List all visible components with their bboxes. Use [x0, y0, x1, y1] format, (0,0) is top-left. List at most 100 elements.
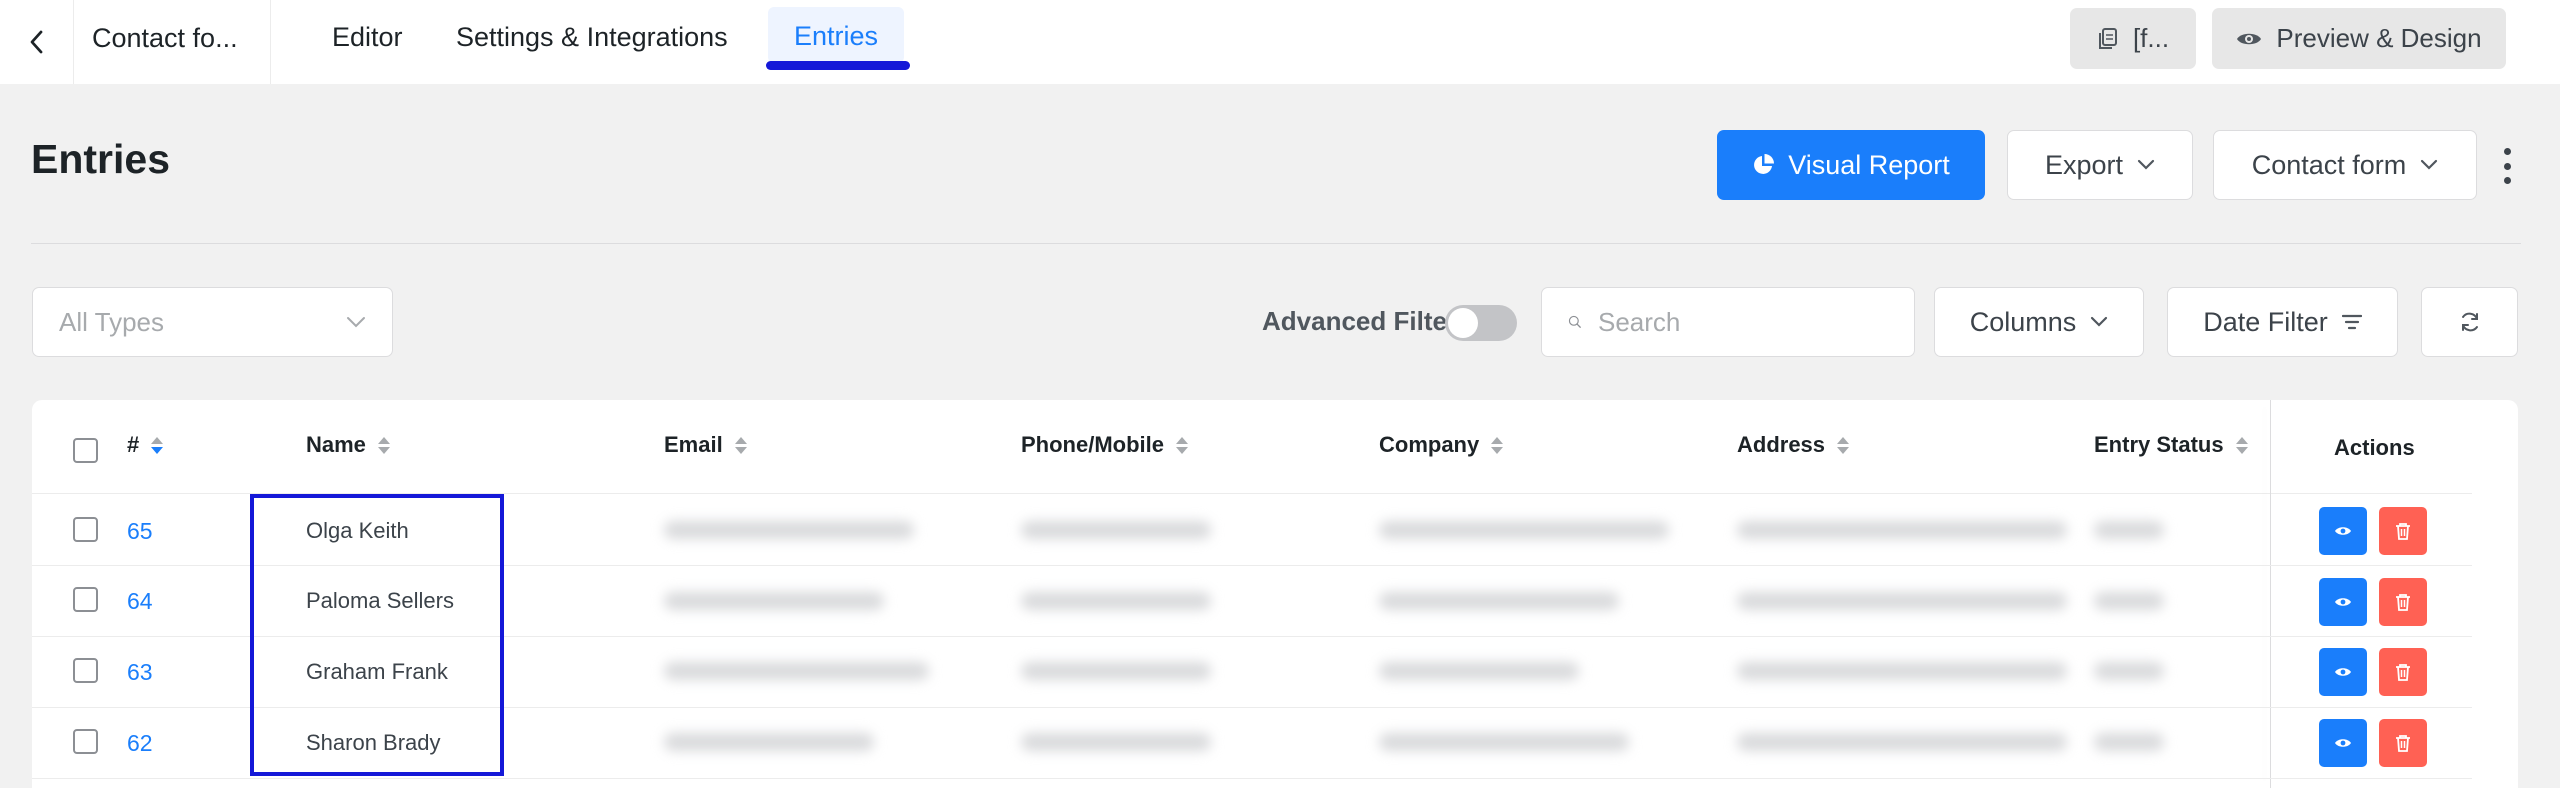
- copy-icon: [2098, 27, 2117, 49]
- column-header-company[interactable]: Company: [1379, 432, 1504, 458]
- form-select-dropdown[interactable]: Contact form: [2213, 130, 2477, 200]
- delete-entry-button[interactable]: [2379, 507, 2427, 555]
- tab-editor[interactable]: Editor: [332, 0, 403, 72]
- column-header-label: Name: [306, 432, 366, 457]
- chevron-down-icon: [2091, 316, 2108, 327]
- sort-icon: [2235, 436, 2248, 454]
- refresh-icon: [2461, 312, 2478, 332]
- company-redacted: [1379, 592, 1619, 610]
- eye-icon: [2237, 33, 2262, 44]
- shortcode-button[interactable]: [f...: [2070, 8, 2196, 69]
- columns-button[interactable]: Columns: [1934, 287, 2144, 357]
- date-filter-label: Date Filter: [2203, 306, 2328, 337]
- delete-entry-button[interactable]: [2379, 719, 2427, 767]
- delete-entry-button[interactable]: [2379, 578, 2427, 626]
- export-label: Export: [2044, 149, 2124, 180]
- actions-column-divider: [2270, 400, 2271, 788]
- view-entry-button[interactable]: [2319, 578, 2367, 626]
- view-entry-button[interactable]: [2319, 648, 2367, 696]
- trash-icon: [2396, 664, 2410, 681]
- phone-redacted: [1021, 662, 1211, 680]
- preview-design-label: Preview & Design: [2276, 23, 2482, 53]
- chevron-down-icon: [2137, 159, 2155, 170]
- view-entry-button[interactable]: [2319, 507, 2367, 555]
- email-redacted: [664, 662, 929, 680]
- company-redacted: [1379, 521, 1669, 539]
- top-bar: Contact fo... Editor Settings & Integrat…: [0, 0, 2560, 84]
- advanced-filter-toggle[interactable]: [1445, 305, 1517, 341]
- phone-redacted: [1021, 521, 1211, 539]
- columns-label: Columns: [1969, 306, 2077, 337]
- pie-chart-icon: [1754, 154, 1775, 174]
- status-redacted: [2094, 662, 2164, 680]
- tab-entries[interactable]: Entries: [768, 7, 905, 63]
- search-input[interactable]: [1598, 306, 1888, 338]
- entry-id-link[interactable]: 65: [127, 518, 153, 545]
- eye-icon: [2335, 739, 2351, 747]
- eye-icon: [2335, 668, 2351, 676]
- name-column-highlight: [250, 494, 504, 776]
- column-header-address[interactable]: Address: [1737, 432, 1850, 458]
- search-icon: [1568, 315, 1581, 328]
- topbar-divider: [270, 0, 271, 84]
- back-button[interactable]: [0, 0, 74, 84]
- column-header-label: Address: [1737, 432, 1826, 457]
- entry-type-select[interactable]: All Types: [32, 287, 393, 357]
- company-redacted: [1379, 662, 1579, 680]
- address-redacted: [1737, 521, 2067, 539]
- sort-icon: [1176, 436, 1188, 454]
- entry-id-link[interactable]: 62: [127, 730, 153, 757]
- view-entry-button[interactable]: [2319, 719, 2367, 767]
- column-header-label: Actions: [2334, 435, 2415, 460]
- row-checkbox[interactable]: [73, 517, 98, 542]
- column-header-label: #: [127, 432, 140, 457]
- row-checkbox[interactable]: [73, 587, 98, 612]
- column-header-email[interactable]: Email: [664, 432, 747, 458]
- tab-settings-integrations[interactable]: Settings & Integrations: [456, 0, 728, 72]
- status-redacted: [2094, 733, 2164, 751]
- date-filter-button[interactable]: Date Filter: [2167, 287, 2398, 357]
- email-redacted: [664, 521, 914, 539]
- export-button[interactable]: Export: [2007, 130, 2193, 200]
- sort-icon: [1491, 436, 1504, 454]
- column-header-actions: Actions: [2334, 435, 2415, 461]
- more-vertical-dot: [2503, 162, 2511, 170]
- column-header-name[interactable]: Name: [306, 432, 390, 458]
- refresh-button[interactable]: [2421, 287, 2518, 357]
- column-header-phone[interactable]: Phone/Mobile: [1021, 432, 1188, 458]
- entry-id-link[interactable]: 63: [127, 659, 153, 686]
- shortcode-label: [f...: [2132, 23, 2170, 53]
- preview-design-button[interactable]: Preview & Design: [2212, 8, 2506, 69]
- status-redacted: [2094, 592, 2164, 610]
- column-header-label: Company: [1379, 432, 1480, 457]
- search-field[interactable]: [1541, 287, 1915, 357]
- more-vertical-icon: [2503, 148, 2511, 155]
- chevron-left-icon: [30, 30, 42, 54]
- page-title: Entries: [31, 136, 170, 182]
- entry-id-link[interactable]: 64: [127, 588, 153, 615]
- entry-type-value: All Types: [59, 306, 165, 337]
- address-redacted: [1737, 662, 2067, 680]
- sort-icon: [377, 436, 390, 454]
- sort-icon: [1837, 436, 1850, 454]
- more-options-button[interactable]: [2493, 146, 2521, 186]
- column-header-id[interactable]: #: [127, 432, 164, 458]
- delete-entry-button[interactable]: [2379, 648, 2427, 696]
- trash-icon: [2396, 523, 2410, 540]
- form-select-label: Contact form: [2251, 149, 2407, 180]
- phone-redacted: [1021, 733, 1211, 751]
- trash-icon: [2396, 735, 2410, 752]
- column-header-label: Email: [664, 432, 723, 457]
- column-header-label: Entry Status: [2094, 432, 2224, 457]
- row-checkbox[interactable]: [73, 658, 98, 683]
- email-redacted: [664, 592, 884, 610]
- company-redacted: [1379, 733, 1629, 751]
- address-redacted: [1737, 592, 2067, 610]
- select-all-checkbox[interactable]: [73, 438, 98, 463]
- visual-report-button[interactable]: Visual Report: [1717, 130, 1985, 200]
- row-checkbox[interactable]: [73, 729, 98, 754]
- sort-icon: [734, 436, 747, 454]
- form-title: Contact fo...: [92, 23, 238, 53]
- column-header-entry-status[interactable]: Entry Status: [2094, 432, 2248, 458]
- address-redacted: [1737, 733, 2067, 751]
